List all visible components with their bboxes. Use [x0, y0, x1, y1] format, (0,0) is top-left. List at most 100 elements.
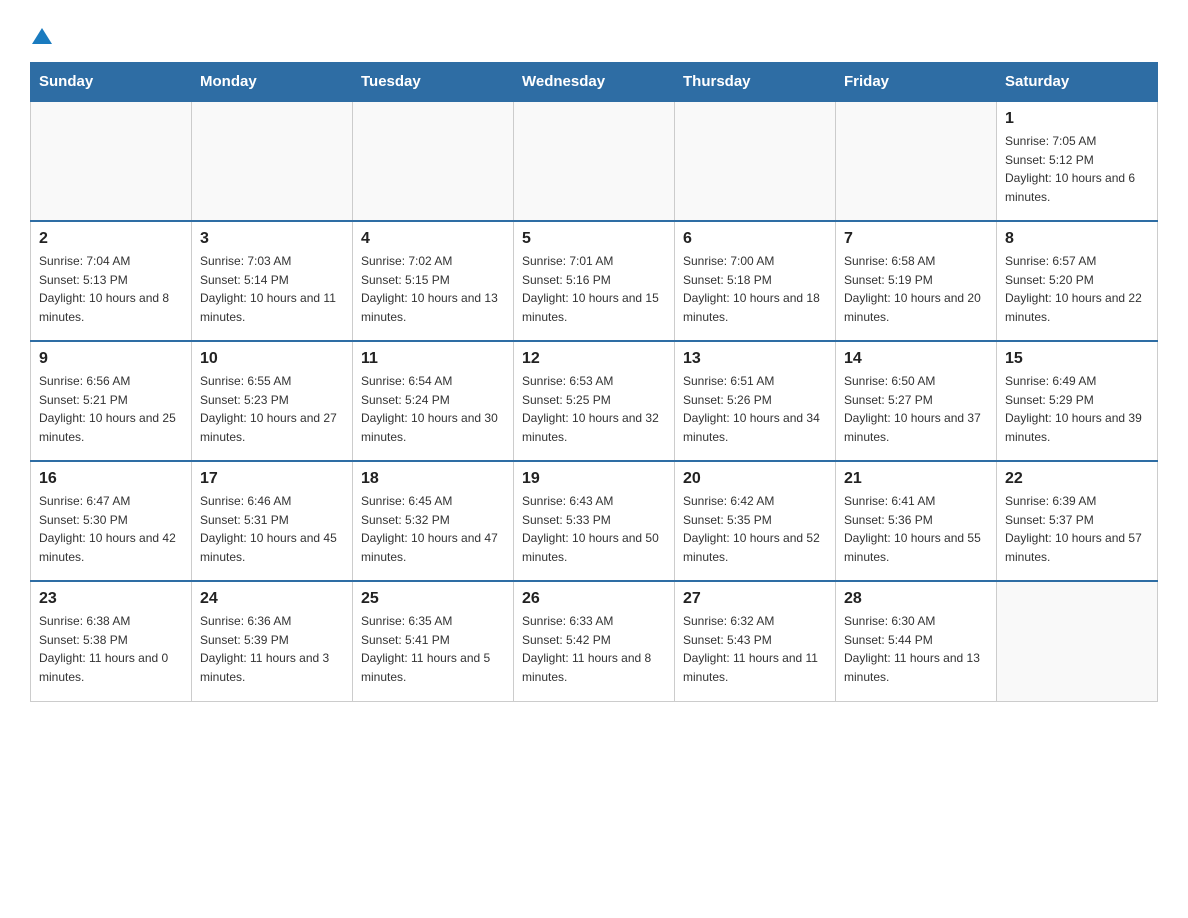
day-number: 24 — [200, 590, 344, 608]
day-info: Sunrise: 6:43 AM Sunset: 5:33 PM Dayligh… — [522, 492, 666, 566]
day-number: 7 — [844, 230, 988, 248]
calendar-day-cell: 18 Sunrise: 6:45 AM Sunset: 5:32 PM Dayli… — [353, 461, 514, 581]
calendar-day-cell: 22 Sunrise: 6:39 AM Sunset: 5:37 PM Dayli… — [997, 461, 1158, 581]
calendar-weekday-header: Friday — [836, 63, 997, 102]
calendar-day-cell: 12 Sunrise: 6:53 AM Sunset: 5:25 PM Dayli… — [514, 341, 675, 461]
day-number: 6 — [683, 230, 827, 248]
day-number: 10 — [200, 350, 344, 368]
calendar-day-cell: 26 Sunrise: 6:33 AM Sunset: 5:42 PM Dayli… — [514, 581, 675, 701]
day-info: Sunrise: 6:33 AM Sunset: 5:42 PM Dayligh… — [522, 612, 666, 686]
day-info: Sunrise: 7:02 AM Sunset: 5:15 PM Dayligh… — [361, 252, 505, 326]
calendar-day-cell: 23 Sunrise: 6:38 AM Sunset: 5:38 PM Dayli… — [31, 581, 192, 701]
day-info: Sunrise: 6:32 AM Sunset: 5:43 PM Dayligh… — [683, 612, 827, 686]
day-number: 11 — [361, 350, 505, 368]
day-number: 3 — [200, 230, 344, 248]
day-info: Sunrise: 6:58 AM Sunset: 5:19 PM Dayligh… — [844, 252, 988, 326]
day-number: 13 — [683, 350, 827, 368]
day-number: 9 — [39, 350, 183, 368]
calendar-day-cell: 8 Sunrise: 6:57 AM Sunset: 5:20 PM Daylig… — [997, 221, 1158, 341]
calendar-week-row: 2 Sunrise: 7:04 AM Sunset: 5:13 PM Daylig… — [31, 221, 1158, 341]
calendar-day-cell: 13 Sunrise: 6:51 AM Sunset: 5:26 PM Dayli… — [675, 341, 836, 461]
day-info: Sunrise: 6:30 AM Sunset: 5:44 PM Dayligh… — [844, 612, 988, 686]
day-info: Sunrise: 7:05 AM Sunset: 5:12 PM Dayligh… — [1005, 132, 1149, 206]
logo — [30, 24, 52, 46]
day-info: Sunrise: 7:04 AM Sunset: 5:13 PM Dayligh… — [39, 252, 183, 326]
day-info: Sunrise: 6:36 AM Sunset: 5:39 PM Dayligh… — [200, 612, 344, 686]
calendar-day-cell: 25 Sunrise: 6:35 AM Sunset: 5:41 PM Dayli… — [353, 581, 514, 701]
day-number: 5 — [522, 230, 666, 248]
calendar-weekday-header: Tuesday — [353, 63, 514, 102]
day-info: Sunrise: 6:46 AM Sunset: 5:31 PM Dayligh… — [200, 492, 344, 566]
day-info: Sunrise: 6:39 AM Sunset: 5:37 PM Dayligh… — [1005, 492, 1149, 566]
day-number: 23 — [39, 590, 183, 608]
day-number: 21 — [844, 470, 988, 488]
day-number: 2 — [39, 230, 183, 248]
calendar-day-cell: 14Sunrise: 6:50 AM Sunset: 5:27 PM Dayli… — [836, 341, 997, 461]
day-number: 26 — [522, 590, 666, 608]
calendar-day-cell — [836, 101, 997, 221]
calendar-day-cell: 19 Sunrise: 6:43 AM Sunset: 5:33 PM Dayli… — [514, 461, 675, 581]
calendar-day-cell: 28 Sunrise: 6:30 AM Sunset: 5:44 PM Dayli… — [836, 581, 997, 701]
day-info: Sunrise: 6:50 AM Sunset: 5:27 PM Dayligh… — [844, 372, 988, 446]
day-info: Sunrise: 7:01 AM Sunset: 5:16 PM Dayligh… — [522, 252, 666, 326]
calendar-day-cell: 6 Sunrise: 7:00 AM Sunset: 5:18 PM Daylig… — [675, 221, 836, 341]
calendar-header-row: SundayMondayTuesdayWednesdayThursdayFrid… — [31, 63, 1158, 102]
calendar-day-cell: 17 Sunrise: 6:46 AM Sunset: 5:31 PM Dayli… — [192, 461, 353, 581]
day-info: Sunrise: 6:53 AM Sunset: 5:25 PM Dayligh… — [522, 372, 666, 446]
day-info: Sunrise: 6:56 AM Sunset: 5:21 PM Dayligh… — [39, 372, 183, 446]
calendar-day-cell — [192, 101, 353, 221]
day-info: Sunrise: 6:47 AM Sunset: 5:30 PM Dayligh… — [39, 492, 183, 566]
day-number: 20 — [683, 470, 827, 488]
logo-triangle-icon — [32, 26, 52, 46]
day-number: 16 — [39, 470, 183, 488]
day-number: 18 — [361, 470, 505, 488]
calendar-weekday-header: Monday — [192, 63, 353, 102]
calendar-day-cell: 27Sunrise: 6:32 AM Sunset: 5:43 PM Dayli… — [675, 581, 836, 701]
calendar-week-row: 9 Sunrise: 6:56 AM Sunset: 5:21 PM Daylig… — [31, 341, 1158, 461]
calendar-weekday-header: Sunday — [31, 63, 192, 102]
day-info: Sunrise: 6:49 AM Sunset: 5:29 PM Dayligh… — [1005, 372, 1149, 446]
day-info: Sunrise: 7:03 AM Sunset: 5:14 PM Dayligh… — [200, 252, 344, 326]
calendar-week-row: 23 Sunrise: 6:38 AM Sunset: 5:38 PM Dayli… — [31, 581, 1158, 701]
day-info: Sunrise: 6:38 AM Sunset: 5:38 PM Dayligh… — [39, 612, 183, 686]
day-info: Sunrise: 6:45 AM Sunset: 5:32 PM Dayligh… — [361, 492, 505, 566]
day-info: Sunrise: 6:57 AM Sunset: 5:20 PM Dayligh… — [1005, 252, 1149, 326]
day-number: 28 — [844, 590, 988, 608]
calendar-week-row: 16 Sunrise: 6:47 AM Sunset: 5:30 PM Dayli… — [31, 461, 1158, 581]
day-number: 1 — [1005, 110, 1149, 128]
day-number: 22 — [1005, 470, 1149, 488]
calendar-day-cell: 1 Sunrise: 7:05 AM Sunset: 5:12 PM Daylig… — [997, 101, 1158, 221]
day-info: Sunrise: 6:42 AM Sunset: 5:35 PM Dayligh… — [683, 492, 827, 566]
day-number: 12 — [522, 350, 666, 368]
calendar-day-cell: 20 Sunrise: 6:42 AM Sunset: 5:35 PM Dayli… — [675, 461, 836, 581]
calendar-day-cell: 21 Sunrise: 6:41 AM Sunset: 5:36 PM Dayli… — [836, 461, 997, 581]
day-info: Sunrise: 6:35 AM Sunset: 5:41 PM Dayligh… — [361, 612, 505, 686]
day-number: 8 — [1005, 230, 1149, 248]
calendar-day-cell — [31, 101, 192, 221]
day-number: 15 — [1005, 350, 1149, 368]
page-header — [30, 24, 1158, 46]
day-info: Sunrise: 6:41 AM Sunset: 5:36 PM Dayligh… — [844, 492, 988, 566]
calendar-day-cell — [997, 581, 1158, 701]
calendar-weekday-header: Wednesday — [514, 63, 675, 102]
day-number: 17 — [200, 470, 344, 488]
calendar-weekday-header: Saturday — [997, 63, 1158, 102]
calendar-week-row: 1 Sunrise: 7:05 AM Sunset: 5:12 PM Daylig… — [31, 101, 1158, 221]
calendar-weekday-header: Thursday — [675, 63, 836, 102]
calendar-day-cell: 3 Sunrise: 7:03 AM Sunset: 5:14 PM Daylig… — [192, 221, 353, 341]
calendar-day-cell: 24 Sunrise: 6:36 AM Sunset: 5:39 PM Dayli… — [192, 581, 353, 701]
day-info: Sunrise: 6:55 AM Sunset: 5:23 PM Dayligh… — [200, 372, 344, 446]
calendar-day-cell: 7 Sunrise: 6:58 AM Sunset: 5:19 PM Daylig… — [836, 221, 997, 341]
day-number: 19 — [522, 470, 666, 488]
day-number: 25 — [361, 590, 505, 608]
calendar-day-cell: 11Sunrise: 6:54 AM Sunset: 5:24 PM Dayli… — [353, 341, 514, 461]
calendar-day-cell: 5 Sunrise: 7:01 AM Sunset: 5:16 PM Daylig… — [514, 221, 675, 341]
calendar-day-cell: 2 Sunrise: 7:04 AM Sunset: 5:13 PM Daylig… — [31, 221, 192, 341]
calendar-day-cell — [514, 101, 675, 221]
day-info: Sunrise: 7:00 AM Sunset: 5:18 PM Dayligh… — [683, 252, 827, 326]
day-info: Sunrise: 6:51 AM Sunset: 5:26 PM Dayligh… — [683, 372, 827, 446]
calendar-day-cell: 4Sunrise: 7:02 AM Sunset: 5:15 PM Daylig… — [353, 221, 514, 341]
calendar-day-cell: 10 Sunrise: 6:55 AM Sunset: 5:23 PM Dayli… — [192, 341, 353, 461]
calendar-day-cell: 16 Sunrise: 6:47 AM Sunset: 5:30 PM Dayli… — [31, 461, 192, 581]
calendar-day-cell: 15 Sunrise: 6:49 AM Sunset: 5:29 PM Dayli… — [997, 341, 1158, 461]
